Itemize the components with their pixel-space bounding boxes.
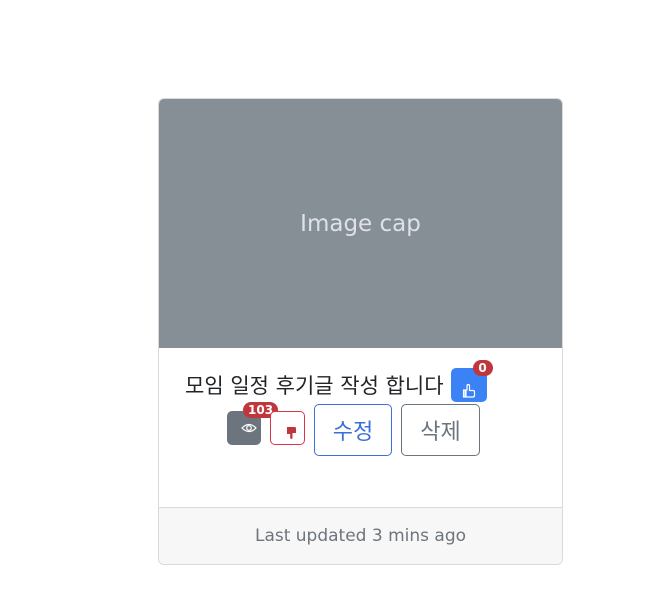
- view-count-button[interactable]: 103: [227, 402, 279, 445]
- delete-button[interactable]: 삭제: [401, 404, 480, 456]
- eye-icon: [241, 422, 257, 434]
- post-card: Image cap 모임 일정 후기글 작성 합니다 0 103 수정 삭제 L…: [158, 98, 563, 565]
- thumbs-down-icon: [286, 426, 298, 440]
- like-button[interactable]: 0: [450, 360, 493, 402]
- image-cap-label: Image cap: [300, 210, 421, 237]
- dislike-button[interactable]: [270, 411, 305, 445]
- edit-button[interactable]: 수정: [314, 404, 392, 456]
- thumbs-up-icon: [462, 383, 476, 399]
- like-count-badge: 0: [472, 360, 493, 376]
- card-footer: Last updated 3 mins ago: [159, 507, 562, 564]
- title-row: 모임 일정 후기글 작성 합니다 0: [185, 360, 493, 402]
- card-image-placeholder: Image cap: [159, 99, 562, 348]
- card-title: 모임 일정 후기글 작성 합니다: [185, 374, 444, 398]
- card-body: 모임 일정 후기글 작성 합니다 0 103 수정 삭제: [159, 348, 562, 540]
- last-updated-text: Last updated 3 mins ago: [254, 526, 467, 546]
